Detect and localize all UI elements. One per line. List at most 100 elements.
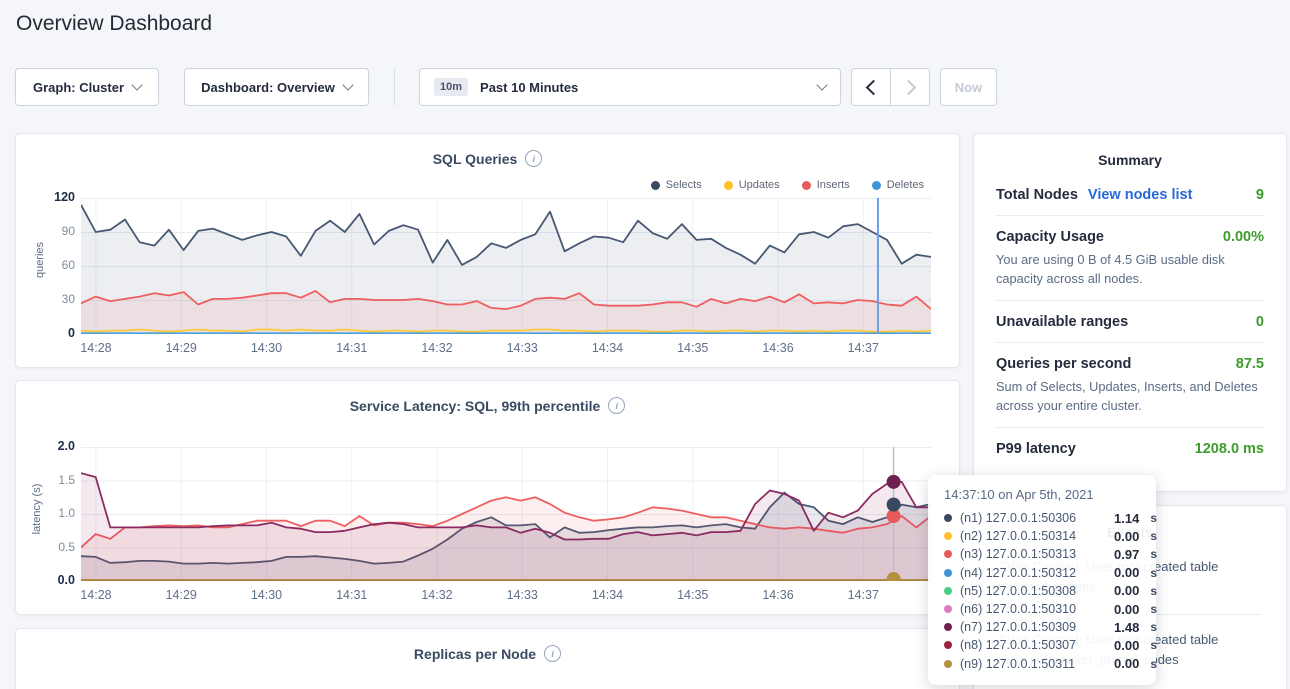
- legend-item-inserts[interactable]: Inserts: [802, 179, 850, 191]
- node-latency-unit: s: [1150, 657, 1157, 671]
- legend-dot: [802, 181, 811, 190]
- tooltip-node-row: (n2) 127.0.0.1:503140.00s: [944, 527, 1140, 545]
- time-next-button[interactable]: [890, 68, 930, 106]
- summary-description: Sum of Selects, Updates, Inserts, and De…: [996, 378, 1264, 415]
- summary-panel: Summary Total NodesView nodes list9Capac…: [973, 133, 1287, 492]
- tooltip-node-row: (n5) 127.0.0.1:503080.00s: [944, 582, 1140, 600]
- node-latency-unit: s: [1150, 566, 1157, 580]
- x-tick-label: 14:31: [329, 588, 375, 602]
- legend-label: Updates: [739, 179, 780, 191]
- y-tick-label: 0: [35, 326, 75, 340]
- info-icon[interactable]: i: [608, 397, 625, 414]
- x-tick-label: 14:34: [584, 588, 630, 602]
- tooltip-node-row: (n1) 127.0.0.1:503061.14s: [944, 509, 1140, 527]
- service-latency-title: Service Latency: SQL, 99th percentile: [350, 398, 601, 414]
- y-tick-label: 90: [35, 224, 75, 238]
- legend-dot: [724, 181, 733, 190]
- summary-label: Capacity Usage: [996, 229, 1104, 245]
- tooltip-node-row: (n3) 127.0.0.1:503130.97s: [944, 545, 1140, 563]
- x-tick-label: 14:33: [499, 588, 545, 602]
- info-icon[interactable]: i: [525, 150, 542, 167]
- legend-item-selects[interactable]: Selects: [651, 179, 702, 191]
- x-tick-label: 14:28: [73, 341, 119, 355]
- x-tick-label: 14:31: [329, 341, 375, 355]
- chevron-down-icon: [342, 79, 353, 90]
- y-tick-label: 1.5: [35, 473, 75, 487]
- overview-dashboard-page: Overview Dashboard Graph: Cluster Dashbo…: [0, 0, 1290, 689]
- node-address: (n9) 127.0.0.1:50311: [960, 657, 1106, 671]
- node-color-dot: [944, 550, 952, 558]
- legend-dot: [872, 181, 881, 190]
- chart-lat-svg[interactable]: [81, 447, 931, 581]
- node-latency-value: 0.00: [1114, 638, 1139, 653]
- x-tick-label: 14:29: [158, 341, 204, 355]
- node-latency-unit: s: [1150, 547, 1157, 561]
- time-range-picker[interactable]: 10m Past 10 Minutes: [419, 68, 841, 106]
- tooltip-node-row: (n6) 127.0.0.1:503100.00s: [944, 600, 1140, 618]
- y-tick-label: 0.0: [35, 573, 75, 587]
- x-tick-label: 14:35: [670, 588, 716, 602]
- tooltip-node-row: (n8) 127.0.0.1:503070.00s: [944, 636, 1140, 654]
- sql-queries-legend: Selects Updates Inserts Deletes: [651, 179, 924, 191]
- summary-label: Unavailable ranges: [996, 314, 1128, 330]
- node-latency-value: 0.00: [1114, 529, 1139, 544]
- sql-queries-title: SQL Queries: [433, 151, 518, 167]
- node-address: (n5) 127.0.0.1:50308: [960, 584, 1106, 598]
- view-nodes-list-link[interactable]: View nodes list: [1088, 187, 1193, 203]
- node-address: (n6) 127.0.0.1:50310: [960, 602, 1106, 616]
- node-color-dot: [944, 587, 952, 595]
- node-latency-value: 0.00: [1114, 583, 1139, 598]
- summary-description: You are using 0 B of 4.5 GiB usable disk…: [996, 251, 1264, 288]
- node-latency-value: 0.00: [1114, 565, 1139, 580]
- x-tick-label: 14:32: [414, 588, 460, 602]
- node-latency-unit: s: [1150, 638, 1157, 652]
- info-icon[interactable]: i: [544, 645, 561, 662]
- y-tick-label: 60: [35, 258, 75, 272]
- node-latency-unit: s: [1150, 529, 1157, 543]
- legend-item-updates[interactable]: Updates: [724, 179, 780, 191]
- chevron-down-icon: [131, 79, 142, 90]
- node-latency-value: 1.14: [1114, 511, 1139, 526]
- x-tick-label: 14:37: [840, 341, 886, 355]
- chevron-down-icon: [816, 79, 827, 90]
- x-tick-label: 14:35: [670, 341, 716, 355]
- node-latency-value: 0.97: [1114, 547, 1139, 562]
- now-label: Now: [955, 80, 982, 95]
- legend-item-deletes[interactable]: Deletes: [872, 179, 924, 191]
- summary-value: 87.5: [1236, 356, 1264, 372]
- chart-title: SQL Queries i: [16, 150, 959, 167]
- time-prev-button[interactable]: [851, 68, 891, 106]
- node-latency-unit: s: [1150, 584, 1157, 598]
- node-address: (n1) 127.0.0.1:50306: [960, 511, 1106, 525]
- replicas-per-node-panel: Replicas per Node i: [15, 628, 960, 689]
- x-tick-label: 14:32: [414, 341, 460, 355]
- dashboard-label: Dashboard: Overview: [201, 80, 335, 95]
- node-color-dot: [944, 605, 952, 613]
- summary-row: P99 latency1208.0 ms: [996, 428, 1264, 469]
- graph-scope-dropdown[interactable]: Graph: Cluster: [15, 68, 159, 106]
- x-tick-label: 14:30: [243, 341, 289, 355]
- summary-value: 0: [1256, 314, 1264, 330]
- sql-queries-panel: SQL Queries i Selects Updates Inserts Delet…: [15, 133, 960, 368]
- x-tick-label: 14:36: [755, 588, 801, 602]
- graph-scope-label: Graph: Cluster: [33, 80, 124, 95]
- node-color-dot: [944, 532, 952, 540]
- summary-row: Queries per second 87.5 Sum of Selects, Up…: [996, 343, 1264, 428]
- chart-sql-svg[interactable]: [81, 198, 931, 334]
- summary-label: Queries per second: [996, 356, 1131, 372]
- node-color-dot: [944, 623, 952, 631]
- summary-label: Total Nodes: [996, 187, 1078, 203]
- node-latency-unit: s: [1150, 620, 1157, 634]
- legend-label: Inserts: [817, 179, 850, 191]
- y-tick-label: 2.0: [35, 439, 75, 453]
- node-address: (n7) 127.0.0.1:50309: [960, 620, 1106, 634]
- node-address: (n4) 127.0.0.1:50312: [960, 566, 1106, 580]
- node-color-dot: [944, 569, 952, 577]
- node-latency-unit: s: [1150, 602, 1157, 616]
- x-tick-label: 14:30: [243, 588, 289, 602]
- time-range-label: Past 10 Minutes: [480, 80, 578, 95]
- dashboard-dropdown[interactable]: Dashboard: Overview: [184, 68, 369, 106]
- x-tick-label: 14:37: [840, 588, 886, 602]
- time-now-button[interactable]: Now: [940, 68, 997, 106]
- summary-row-head: P99 latency1208.0 ms: [996, 441, 1264, 457]
